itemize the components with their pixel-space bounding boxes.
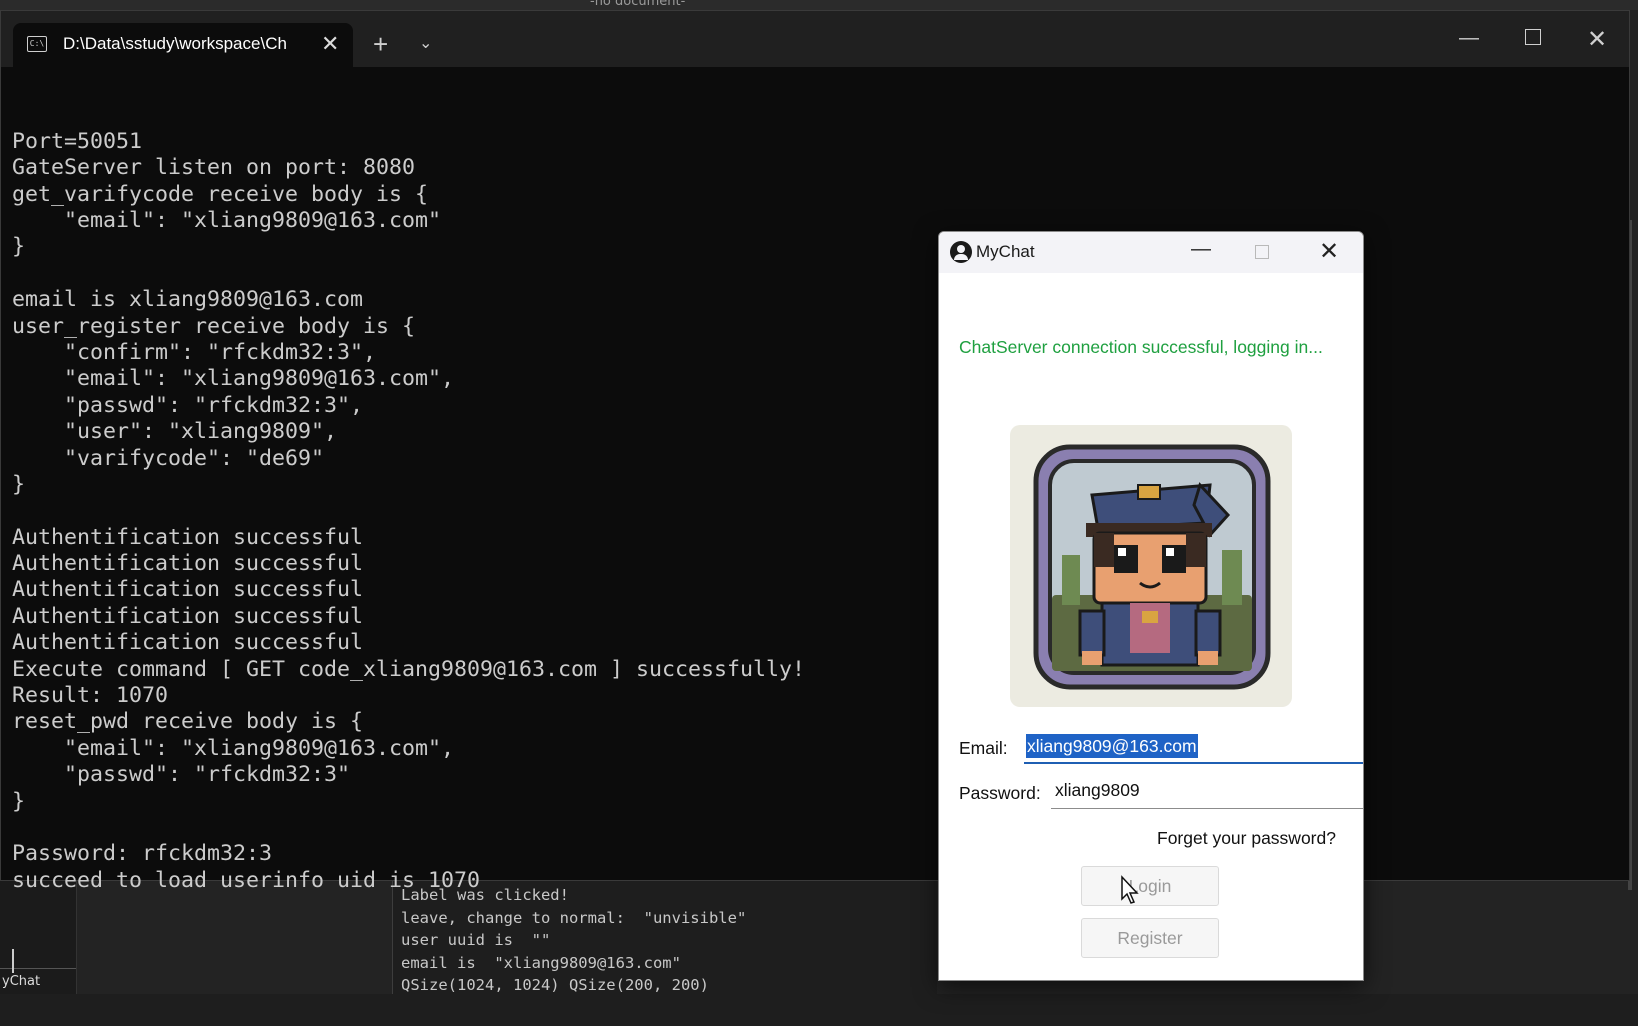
terminal-line: get_varifycode receive body is { xyxy=(12,181,429,207)
terminal-icon: C:\ xyxy=(27,36,47,52)
terminal-tab[interactable]: C:\ D:\Data\sstudy\workspace\Ch ✕ xyxy=(13,23,353,67)
terminal-titlebar: C:\ D:\Data\sstudy\workspace\Ch ✕ + ⌄ — … xyxy=(1,11,1629,67)
terminal-line: Execute command [ GET code_xliang9809@16… xyxy=(12,656,806,682)
ide-document-label: -no document- xyxy=(590,0,686,9)
terminal-line: succeed to load userinfo uid is 1070 xyxy=(12,867,481,893)
terminal-line: } xyxy=(12,788,26,814)
terminal-line: Password: rfckdm32:3 xyxy=(12,841,273,867)
terminal-line: "passwd": "rfckdm32:3", xyxy=(12,392,364,418)
terminal-line: Authentification successful xyxy=(12,551,364,577)
user-icon xyxy=(950,241,972,263)
chevron-down-icon[interactable]: ⌄ xyxy=(419,33,432,53)
email-label: Email: xyxy=(959,738,1008,758)
register-button[interactable]: Register xyxy=(1081,918,1219,958)
terminal-line: Port=50051 xyxy=(12,128,143,154)
terminal-line: Authentification successful xyxy=(12,524,364,550)
avatar xyxy=(1010,425,1292,707)
terminal-line: "email": "xliang9809@163.com", xyxy=(12,366,455,392)
terminal-line: "varifycode": "de69" xyxy=(12,445,325,471)
password-label: Password: xyxy=(959,783,1041,803)
maximize-icon[interactable] xyxy=(1525,29,1541,45)
terminal-line: Authentification successful xyxy=(12,630,364,656)
close-icon[interactable]: ✕ xyxy=(1587,25,1607,54)
terminal-line: reset_pwd receive body is { xyxy=(12,709,364,735)
terminal-line: "confirm": "rfckdm32:3", xyxy=(12,339,377,365)
terminal-line: "email": "xliang9809@163.com", xyxy=(12,735,455,761)
dialog-minimize-icon[interactable]: — xyxy=(1191,238,1211,261)
email-field[interactable]: xliang9809@163.com xyxy=(1024,728,1363,764)
dialog-maximize-icon[interactable] xyxy=(1255,245,1269,259)
minimize-icon[interactable]: — xyxy=(1459,27,1479,50)
ide-output-line: email is "xliang9809@163.com" xyxy=(401,953,681,972)
terminal-output[interactable]: Port=50051 GateServer listen on port: 808… xyxy=(12,76,1612,973)
password-field[interactable]: xliang9809 xyxy=(1051,773,1363,809)
mouse-pointer-icon xyxy=(1121,875,1139,904)
terminal-tab-title: D:\Data\sstudy\workspace\Ch xyxy=(63,34,287,53)
terminal-line: Authentification successful xyxy=(12,577,364,603)
terminal-line: "passwd": "rfckdm32:3" xyxy=(12,762,351,788)
connection-status: ChatServer connection successful, loggin… xyxy=(959,337,1323,357)
terminal-window: C:\ D:\Data\sstudy\workspace\Ch ✕ + ⌄ — … xyxy=(0,10,1630,973)
terminal-line: email is xliang9809@163.com xyxy=(12,287,364,313)
tab-close-icon[interactable]: ✕ xyxy=(321,31,339,57)
terminal-line: user_register receive body is { xyxy=(12,313,416,339)
terminal-line: Authentification successful xyxy=(12,603,364,629)
mychat-dialog: MyChat — ✕ ChatServer connection success… xyxy=(938,231,1364,981)
terminal-line: } xyxy=(12,471,26,497)
terminal-line: "email": "xliang9809@163.com" xyxy=(12,207,442,233)
email-value: xliang9809@163.com xyxy=(1026,734,1198,758)
terminal-line: Result: 1070 xyxy=(12,683,169,709)
dialog-close-icon[interactable]: ✕ xyxy=(1319,237,1339,266)
password-value: xliang9809 xyxy=(1055,780,1140,800)
terminal-line: } xyxy=(12,234,26,260)
avatar-image xyxy=(1033,444,1271,690)
dialog-titlebar: MyChat — ✕ xyxy=(939,232,1363,273)
terminal-cursor xyxy=(12,948,14,973)
dialog-title: MyChat xyxy=(976,242,1035,261)
forget-password-link[interactable]: Forget your password? xyxy=(1157,828,1336,849)
new-tab-icon[interactable]: + xyxy=(373,29,388,60)
login-button[interactable]: Login xyxy=(1081,866,1219,906)
terminal-line: GateServer listen on port: 8080 xyxy=(12,155,416,181)
terminal-line: "user": "xliang9809", xyxy=(12,419,338,445)
